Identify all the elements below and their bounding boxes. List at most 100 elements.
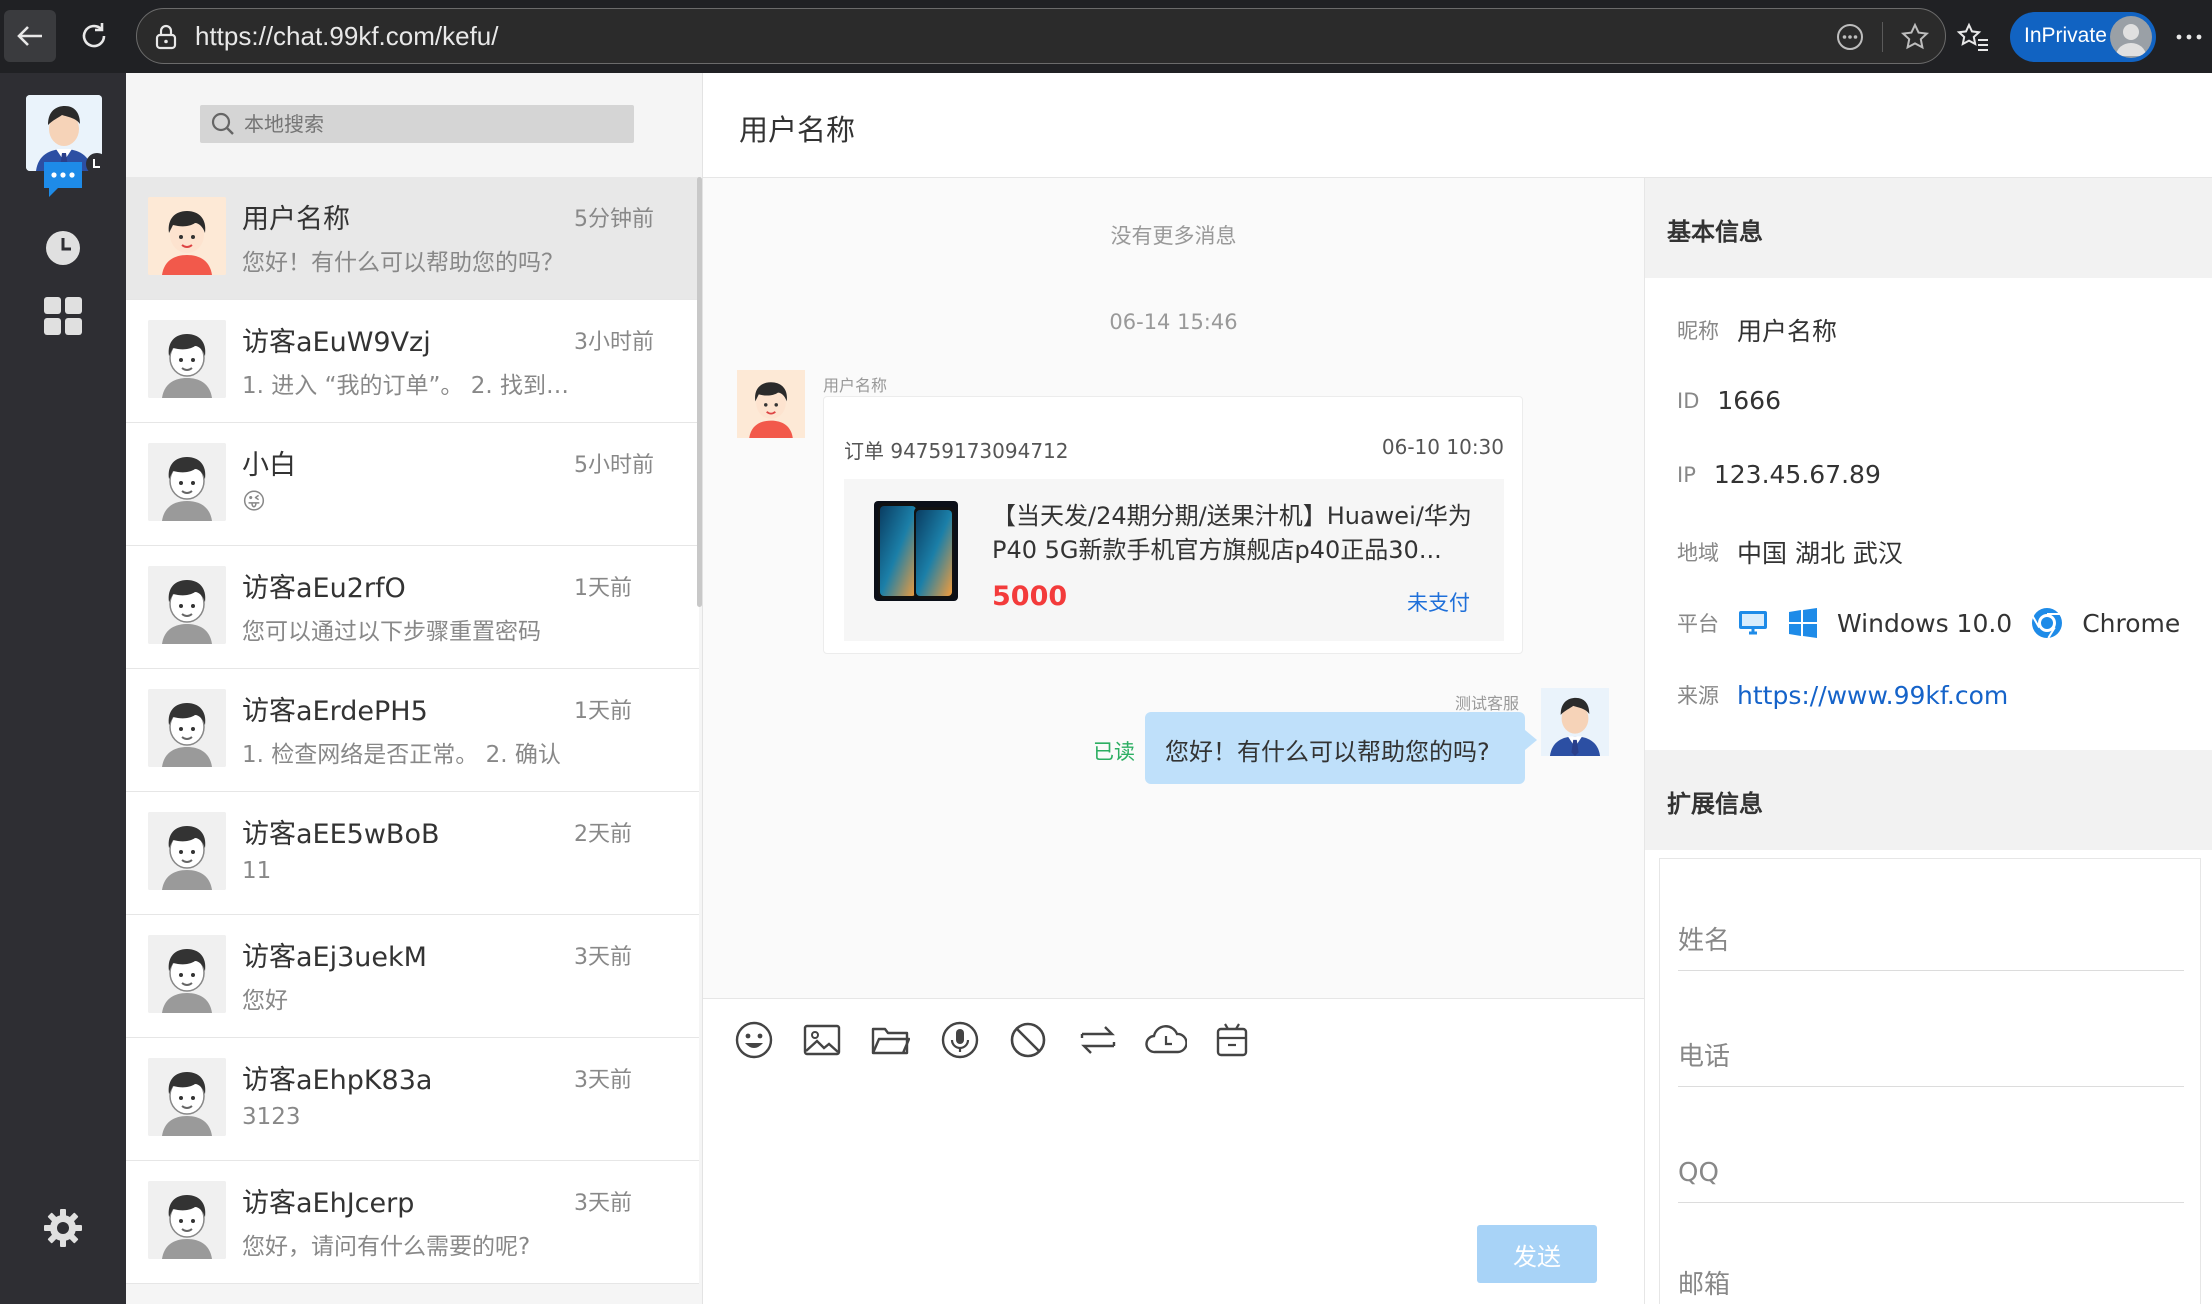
conversation-time: 5小时前 [574, 453, 654, 478]
message-area: 没有更多消息 06-14 15:46 用户名称 订单 9475917309471… [703, 178, 1644, 998]
chat-bubble-icon [44, 162, 82, 197]
ext-info-form [1659, 858, 2201, 1304]
more-circle-icon [1837, 24, 1863, 50]
chrome-icon [2032, 608, 2063, 639]
visitor-avatar [148, 1058, 226, 1136]
conversation-time: 2天前 [574, 822, 632, 847]
conversation-scrollbar[interactable] [697, 177, 702, 607]
visitor-avatar [148, 812, 226, 890]
ellipsis-icon [2176, 34, 2202, 40]
reader-more-button[interactable] [1830, 17, 1870, 57]
conversation-item[interactable]: 访客aEhJcerp 3天前 您好，请问有什么需要的呢? [126, 1161, 699, 1284]
conversation-time: 3天前 [574, 945, 632, 970]
ext-info-title: 扩展信息 [1667, 790, 1763, 818]
chat-title: 用户名称 [739, 113, 856, 147]
conversation-panel: 用户名称 5分钟前 您好！有什么可以帮助您的吗？ 访客aEuW9Vzj 3小时前… [126, 73, 703, 1304]
visitor-avatar [148, 197, 226, 275]
name-field[interactable] [1678, 911, 2184, 971]
nav-chat[interactable] [38, 155, 88, 205]
favorites-button[interactable] [1950, 14, 1996, 60]
agent-message-bubble: 您好！有什么可以帮助您的吗? [1145, 712, 1537, 784]
favorite-button[interactable] [1895, 17, 1935, 57]
conversation-time: 5分钟前 [574, 207, 654, 232]
info-source-row: 来源 https://www.99kf.com [1677, 680, 2008, 710]
qq-field[interactable] [1678, 1143, 2184, 1203]
conversation-item[interactable]: 访客aEuW9Vzj 3小时前 1. 进入 “我的订单”。 2. 找到对应订单 [126, 300, 699, 423]
send-button[interactable]: 发送 [1477, 1225, 1597, 1283]
customer-name: 用户名称 [823, 376, 888, 395]
compose-area: 发送 [703, 998, 1644, 1304]
inprivate-label: InPrivate [2024, 24, 2107, 47]
nav-settings[interactable] [38, 1203, 88, 1253]
conversation-name: 访客aEE5wBoB [242, 819, 440, 850]
ip-label: IP [1677, 462, 1696, 487]
windows-icon [1789, 608, 1817, 638]
conversation-item[interactable]: 访客aEu2rfO 1天前 您可以通过以下步骤重置密码 [126, 546, 699, 669]
conversation-name: 用户名称 [242, 204, 350, 235]
back-button[interactable] [4, 10, 56, 62]
emoji-button[interactable] [731, 1017, 777, 1063]
image-button[interactable] [799, 1017, 845, 1063]
inprivate-button[interactable]: InPrivate [2010, 12, 2156, 62]
arrow-left-icon [17, 26, 42, 46]
conversation-name: 访客aEu2rfO [242, 573, 406, 604]
conversation-item[interactable]: 小白 5小时前 😜 [126, 423, 699, 546]
grid-icon [44, 297, 82, 335]
image-icon [803, 1024, 841, 1056]
order-card[interactable]: 订单 94759173094712 06-10 10:30 【当天发/24期分期… [823, 396, 1523, 654]
basic-info-header: 基本信息 [1645, 178, 2212, 278]
refresh-button[interactable] [68, 10, 120, 62]
conversation-item[interactable]: 访客aErdePH5 1天前 1. 检查网络是否正常。 2. 确认 [126, 669, 699, 792]
ip-value: 123.45.67.89 [1713, 460, 1881, 489]
file-button[interactable] [867, 1017, 913, 1063]
order-status: 未支付 [1407, 591, 1470, 615]
read-status: 已读 [1093, 740, 1135, 764]
microphone-icon [941, 1021, 979, 1059]
conversation-preview: 1. 检查网络是否正常。 2. 确认 [242, 742, 561, 768]
info-id-row: ID 1666 [1677, 386, 1781, 415]
conversation-preview: 1. 进入 “我的订单”。 2. 找到对应订单 [242, 373, 572, 399]
url-text: https://chat.99kf.com/kefu/ [195, 21, 499, 51]
conversation-name: 访客aEj3uekM [242, 942, 427, 973]
search-box[interactable] [200, 105, 634, 143]
customer-avatar [737, 370, 805, 438]
visitor-avatar [148, 1181, 226, 1259]
search-icon [210, 111, 236, 141]
nav-history[interactable] [38, 223, 88, 273]
nickname-value: 用户名称 [1737, 317, 1838, 346]
robot-button[interactable] [1209, 1017, 1255, 1063]
search-input[interactable] [244, 110, 624, 138]
refresh-icon [82, 23, 106, 48]
source-link[interactable]: https://www.99kf.com [1737, 681, 2008, 710]
message-date: 06-14 15:46 [1109, 310, 1238, 334]
conversation-preview: 3123 [242, 1104, 301, 1130]
conversation-preview: 您可以通过以下步骤重置密码 [242, 619, 541, 645]
settings-more-button[interactable] [2166, 14, 2212, 60]
region-value: 中国 湖北 武汉 [1737, 539, 1903, 568]
transfer-button[interactable] [1075, 1017, 1121, 1063]
voice-button[interactable] [937, 1017, 983, 1063]
block-button[interactable] [1005, 1017, 1051, 1063]
cloud-history-button[interactable] [1143, 1017, 1189, 1063]
conversation-time: 3天前 [574, 1191, 632, 1216]
address-bar[interactable]: https://chat.99kf.com/kefu/ [136, 8, 1946, 64]
conversation-name: 访客aEhpK83a [242, 1065, 433, 1096]
product-title: 【当天发/24期分期/送果汁机】Huawei/华为 P40 5G新款手机官方旗舰… [992, 502, 1472, 564]
info-ip-row: IP 123.45.67.89 [1677, 460, 1881, 489]
phone-field[interactable] [1678, 1027, 2184, 1087]
email-field[interactable] [1678, 1255, 2184, 1304]
order-product[interactable]: 【当天发/24期分期/送果汁机】Huawei/华为 P40 5G新款手机官方旗舰… [844, 479, 1504, 641]
conversation-time: 1天前 [574, 699, 632, 724]
conversation-item[interactable]: 访客aEhpK83a 3天前 3123 [126, 1038, 699, 1161]
nav-apps[interactable] [38, 291, 88, 341]
conversation-item[interactable]: 访客aEj3uekM 3天前 您好 [126, 915, 699, 1038]
conversation-item[interactable]: 访客aEE5wBoB 2天前 11 [126, 792, 699, 915]
conversation-preview: 您好！有什么可以帮助您的吗？ [242, 250, 564, 276]
region-label: 地域 [1677, 541, 1719, 565]
basic-info-title: 基本信息 [1667, 218, 1763, 246]
order-date: 06-10 10:30 [1381, 435, 1504, 459]
browser-toolbar: https://chat.99kf.com/kefu/ InPrivate [0, 0, 2212, 73]
conversation-item[interactable]: 用户名称 5分钟前 您好！有什么可以帮助您的吗？ [126, 177, 699, 300]
visitor-info-panel: 基本信息 昵称 用户名称 ID 1666 IP 123.45.67.89 地域 … [1644, 178, 2212, 1304]
visitor-avatar [148, 566, 226, 644]
